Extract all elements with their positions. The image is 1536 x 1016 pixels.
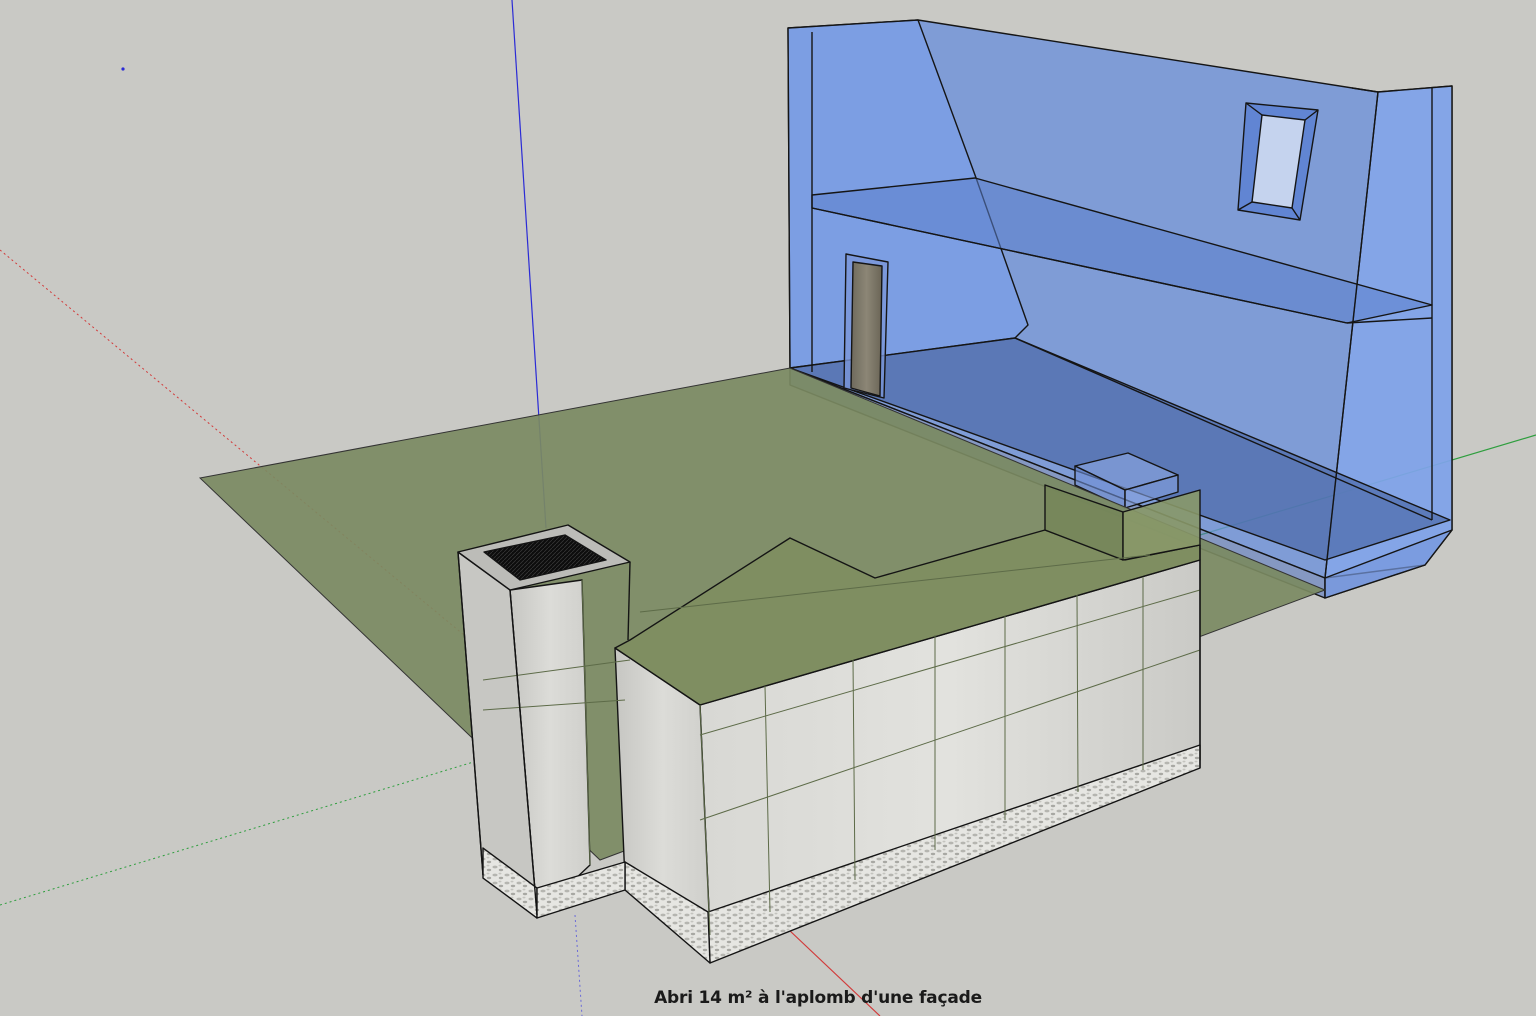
caption-text: Abri 14 m² à l'aplomb d'une façade bbox=[654, 988, 982, 1008]
door bbox=[843, 253, 889, 399]
model-caption: Abri 14 m² à l'aplomb d'une façade bbox=[0, 988, 1536, 1008]
model-viewport[interactable]: Abri 14 m² à l'aplomb d'une façade bbox=[0, 0, 1536, 1016]
door-panel bbox=[850, 261, 883, 397]
shelter[interactable] bbox=[457, 484, 1201, 964]
axis-marker bbox=[121, 67, 125, 71]
axis-green-left bbox=[0, 759, 481, 906]
3d-scene[interactable] bbox=[0, 0, 1536, 1016]
